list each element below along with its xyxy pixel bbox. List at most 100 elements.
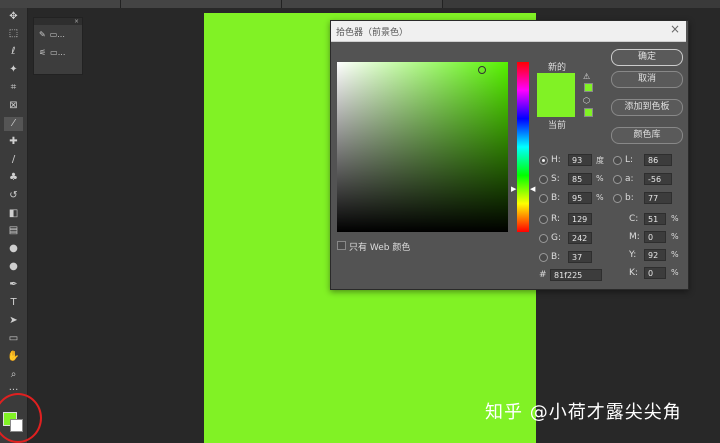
color-libraries-button[interactable]: 颜色库 [611, 127, 683, 144]
web-safe-cube-icon[interactable]: ⬡ [583, 96, 590, 105]
a-input[interactable]: -56 [644, 173, 672, 185]
h-input[interactable]: 93 [568, 154, 592, 166]
s-label: S: [551, 174, 560, 184]
cancel-button[interactable]: 取消 [611, 71, 683, 88]
k-input[interactable]: 0 [644, 267, 666, 279]
current-color-preview[interactable] [537, 95, 575, 117]
blue-input[interactable]: 37 [568, 251, 592, 263]
ok-button[interactable]: 确定 [611, 49, 683, 66]
m-label: M: [629, 232, 640, 242]
hue-slider-right-arrow-icon[interactable]: ◀ [530, 185, 535, 193]
y-input[interactable]: 92 [644, 249, 666, 261]
document-tab-bar [0, 0, 720, 8]
crop-icon[interactable]: ⌗ [4, 81, 23, 95]
m-unit: % [671, 232, 679, 241]
lab-b-label: b: [625, 193, 634, 203]
blue-label: B: [551, 252, 561, 262]
color-picker-dialog: 拾色器（前景色） × ▶ ◀ 新的 当前 ⚠ ⬡ 确定 取消 添加到色板 颜色库… [330, 20, 689, 290]
lab-b-input[interactable]: 77 [644, 192, 672, 204]
radio-a[interactable] [613, 175, 622, 184]
radio-s[interactable] [539, 175, 548, 184]
gradient-icon[interactable]: ▤ [4, 224, 23, 238]
g-label: G: [551, 233, 562, 243]
web-safe-swatch[interactable] [584, 108, 593, 117]
current-color-label: 当前 [548, 121, 567, 131]
radio-b[interactable] [539, 194, 548, 203]
web-colors-only-label: 只有 Web 颜色 [349, 243, 411, 253]
s-unit: % [596, 174, 604, 183]
move-icon[interactable]: ✥ [4, 10, 23, 24]
c-label: C: [629, 214, 639, 224]
r-input[interactable]: 129 [568, 213, 592, 225]
new-color-label: 新的 [548, 63, 567, 73]
hand-icon[interactable]: ✋ [4, 350, 23, 364]
radio-l[interactable] [613, 156, 622, 165]
type-icon[interactable]: T [4, 296, 23, 310]
shape-icon[interactable]: ▭ [4, 332, 23, 346]
lasso-icon[interactable]: ℓ [4, 45, 23, 59]
hex-input[interactable]: 81f225 [550, 269, 602, 281]
mini-panel-label: ▭... [50, 47, 66, 57]
history-brush-icon[interactable]: ↺ [4, 189, 23, 203]
eraser-icon[interactable]: ◧ [4, 207, 23, 221]
c-input[interactable]: 51 [644, 213, 666, 225]
zoom-icon[interactable]: ⌕ [4, 368, 23, 382]
y-label: Y: [629, 250, 637, 260]
h-unit: 度 [596, 156, 604, 165]
l-label: L: [625, 155, 634, 165]
gamut-warning-icon[interactable]: ⚠ [583, 72, 590, 81]
frame-icon[interactable]: ⊠ [4, 99, 23, 113]
k-unit: % [671, 268, 679, 277]
radio-h[interactable] [539, 156, 548, 165]
color-field-cursor[interactable] [478, 66, 486, 74]
m-input[interactable]: 0 [644, 231, 666, 243]
radio-g[interactable] [539, 234, 548, 243]
s-input[interactable]: 85 [568, 173, 592, 185]
h-label: H: [551, 155, 561, 165]
hue-slider[interactable] [517, 62, 529, 232]
a-label: a: [625, 174, 634, 184]
dialog-title-bar: 拾色器（前景色） × [331, 21, 686, 42]
path-select-icon[interactable]: ➤ [4, 314, 23, 328]
close-icon[interactable]: × [670, 22, 680, 36]
document-tab[interactable] [121, 0, 282, 8]
hex-label: # [539, 270, 547, 280]
mini-panel: × ✎ ▭... ⚟ ▭... [33, 17, 83, 75]
web-colors-only-checkbox[interactable] [337, 241, 346, 250]
l-input[interactable]: 86 [644, 154, 672, 166]
radio-blue[interactable] [539, 253, 548, 262]
stamp-icon[interactable]: ♣ [4, 171, 23, 185]
marquee-icon[interactable]: ⬚ [4, 27, 23, 41]
radio-lab-b[interactable] [613, 194, 622, 203]
blur-icon[interactable]: ● [4, 242, 23, 256]
dodge-icon[interactable]: ● [4, 260, 23, 274]
new-color-preview [537, 73, 575, 95]
watermark: 知乎 @小荷才露尖尖角 [485, 402, 682, 423]
document-tab[interactable] [0, 0, 121, 8]
y-unit: % [671, 250, 679, 259]
healing-icon[interactable]: ✚ [4, 135, 23, 149]
hue-slider-left-arrow-icon[interactable]: ▶ [511, 185, 516, 193]
add-to-swatches-button[interactable]: 添加到色板 [611, 99, 683, 116]
color-field[interactable] [337, 62, 508, 232]
mini-panel-row[interactable]: ⚟ ▭... [34, 43, 82, 61]
eyedropper-icon[interactable]: ⁄ [4, 117, 23, 131]
r-label: R: [551, 214, 561, 224]
gamut-swatch[interactable] [584, 83, 593, 92]
mini-panel-row[interactable]: ✎ ▭... [34, 25, 82, 43]
brush-settings-icon: ✎ [39, 29, 46, 39]
tools-panel: ✥ ⬚ ℓ ✦ ⌗ ⊠ ⁄ ✚ / ♣ ↺ ◧ ▤ ● ● ✒ T ➤ ▭ ✋ … [0, 8, 28, 443]
mini-panel-label: ▭... [49, 29, 65, 39]
dialog-title: 拾色器（前景色） [336, 28, 409, 38]
b-unit: % [596, 193, 604, 202]
radio-r[interactable] [539, 215, 548, 224]
c-unit: % [671, 214, 679, 223]
pen-icon[interactable]: ✒ [4, 278, 23, 292]
g-input[interactable]: 242 [568, 232, 592, 244]
document-tab[interactable] [282, 0, 443, 8]
brush-icon[interactable]: / [4, 153, 23, 167]
b-input[interactable]: 95 [568, 192, 592, 204]
k-label: K: [629, 268, 638, 278]
annotation-circle [0, 393, 42, 443]
magic-wand-icon[interactable]: ✦ [4, 63, 23, 77]
